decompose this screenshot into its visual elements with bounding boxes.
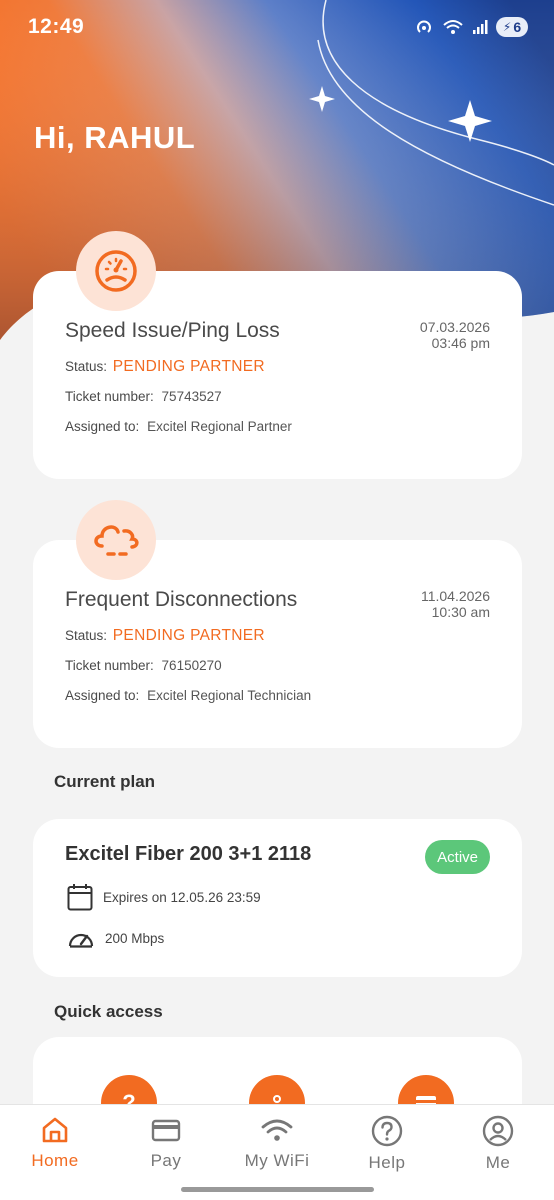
status-bar: 12:49 ⚡ 6 bbox=[0, 0, 554, 54]
plan-speed: 200 Mbps bbox=[67, 927, 164, 949]
status-label: Status: bbox=[65, 359, 108, 374]
bottom-navigation: Home Pay My WiFi Help Me bbox=[0, 1104, 554, 1200]
ticket-status: Status: PENDING PARTNER bbox=[65, 627, 265, 645]
help-circle-icon bbox=[371, 1115, 403, 1147]
ticket-icon-badge bbox=[76, 500, 156, 580]
ticket-date: 11.04.2026 bbox=[420, 588, 490, 604]
battery-level: 6 bbox=[513, 19, 522, 35]
home-indicator[interactable] bbox=[181, 1187, 374, 1192]
nav-label: Me bbox=[485, 1153, 511, 1172]
status-icons: ⚡ 6 bbox=[414, 17, 528, 37]
nav-label: Home bbox=[31, 1151, 79, 1170]
ticket-title: Speed Issue/Ping Loss bbox=[65, 319, 280, 342]
speedometer-icon bbox=[95, 250, 137, 292]
nav-label: Pay bbox=[150, 1151, 182, 1170]
nav-label: Help bbox=[368, 1153, 406, 1172]
ticket-card[interactable]: Speed Issue/Ping Loss 07.03.2026 03:46 p… bbox=[33, 231, 522, 479]
hotspot-icon bbox=[417, 20, 431, 33]
nav-label: My WiFi bbox=[244, 1151, 310, 1170]
nav-help[interactable]: Help bbox=[337, 1115, 437, 1173]
nav-pay[interactable]: Pay bbox=[116, 1115, 216, 1171]
plan-name: Excitel Fiber 200 3+1 2118 bbox=[65, 843, 312, 865]
ticket-number: Ticket number: 75743527 bbox=[65, 389, 222, 404]
battery-charging-icon: ⚡ 6 bbox=[496, 17, 528, 37]
ticket-time: 10:30 am bbox=[431, 604, 490, 620]
status-label: Status: bbox=[65, 628, 108, 643]
nav-home[interactable]: Home bbox=[5, 1115, 105, 1171]
profile-icon bbox=[482, 1115, 514, 1147]
ticket-number: Ticket number: 76150270 bbox=[65, 658, 222, 673]
status-value: PENDING PARTNER bbox=[112, 358, 265, 375]
home-icon bbox=[42, 1117, 68, 1143]
ticket-number-value: 75743527 bbox=[161, 389, 222, 404]
current-plan-card[interactable]: Excitel Fiber 200 3+1 2118 Active Expire… bbox=[33, 819, 522, 977]
ticket-card[interactable]: Frequent Disconnections 11.04.2026 10:30… bbox=[33, 500, 522, 748]
plan-expiry-text: Expires on 12.05.26 23:59 bbox=[103, 889, 261, 905]
current-plan-heading: Current plan bbox=[54, 772, 156, 791]
nav-my-wifi[interactable]: My WiFi bbox=[227, 1115, 327, 1171]
assigned-label: Assigned to: bbox=[65, 419, 140, 434]
ticket-date: 07.03.2026 bbox=[419, 319, 490, 335]
greeting: Hi, RAHUL bbox=[34, 120, 196, 155]
ticket-number-label: Ticket number: bbox=[65, 389, 154, 404]
quick-access-heading: Quick access bbox=[54, 1002, 163, 1021]
assigned-value: Excitel Regional Partner bbox=[147, 419, 292, 434]
ticket-assigned: Assigned to: Excitel Regional Partner bbox=[65, 419, 292, 434]
ticket-number-label: Ticket number: bbox=[65, 658, 154, 673]
wifi-icon bbox=[261, 1119, 293, 1141]
speed-gauge-icon bbox=[68, 933, 94, 948]
ticket-datetime: 11.04.2026 10:30 am bbox=[421, 588, 490, 620]
assigned-value: Excitel Regional Technician bbox=[147, 688, 312, 703]
calendar-icon bbox=[67, 884, 93, 911]
status-time: 12:49 bbox=[28, 15, 85, 38]
ticket-title: Frequent Disconnections bbox=[65, 588, 298, 611]
plan-speed-text: 200 Mbps bbox=[105, 930, 165, 946]
ticket-icon-badge bbox=[76, 231, 156, 311]
status-badge: Active bbox=[425, 840, 490, 874]
ticket-status: Status: PENDING PARTNER bbox=[65, 358, 265, 376]
ticket-datetime: 07.03.2026 03:46 pm bbox=[420, 319, 490, 351]
assigned-label: Assigned to: bbox=[65, 688, 140, 703]
ticket-time: 03:46 pm bbox=[431, 335, 490, 351]
status-value: PENDING PARTNER bbox=[112, 627, 265, 644]
wifi-icon bbox=[443, 20, 463, 34]
ticket-assigned: Assigned to: Excitel Regional Technician bbox=[65, 688, 311, 703]
signal-icon bbox=[473, 20, 488, 34]
credit-card-icon bbox=[151, 1119, 181, 1142]
plan-expiry: Expires on 12.05.26 23:59 bbox=[67, 883, 261, 911]
ticket-number-value: 76150270 bbox=[161, 658, 222, 673]
nav-me[interactable]: Me bbox=[448, 1115, 548, 1173]
cloud-disconnect-icon bbox=[94, 525, 139, 556]
